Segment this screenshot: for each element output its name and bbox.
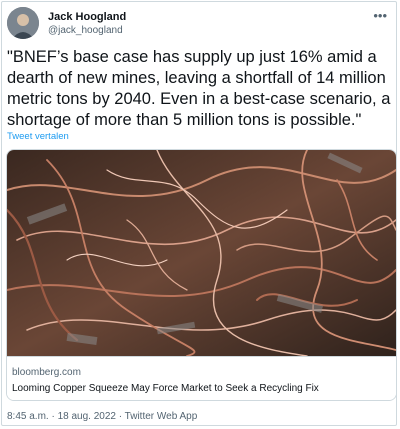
author-name[interactable]: Jack Hoogland bbox=[48, 11, 126, 24]
link-headline[interactable]: Looming Copper Squeeze May Force Market … bbox=[12, 383, 319, 394]
translate-link[interactable]: Tweet vertalen bbox=[7, 131, 69, 142]
copper-scrap-image bbox=[7, 150, 396, 356]
more-options-icon[interactable]: ••• bbox=[373, 9, 387, 22]
author-handle[interactable]: @jack_hoogland bbox=[48, 25, 123, 37]
avatar-image bbox=[7, 7, 39, 39]
tweet-text: "BNEF’s base case has supply up just 16%… bbox=[7, 48, 391, 129]
tweet-card: Jack Hoogland @jack_hoogland ••• "BNEF’s… bbox=[1, 1, 397, 426]
link-domain: bloomberg.com bbox=[12, 367, 81, 378]
avatar[interactable] bbox=[7, 7, 39, 39]
link-info[interactable]: bloomberg.com Looming Copper Squeeze May… bbox=[7, 356, 396, 400]
tweet-timestamp[interactable]: 8:45 a.m. · 18 aug. 2022 · Twitter Web A… bbox=[7, 411, 197, 422]
link-preview-card[interactable]: bloomberg.com Looming Copper Squeeze May… bbox=[6, 149, 397, 401]
